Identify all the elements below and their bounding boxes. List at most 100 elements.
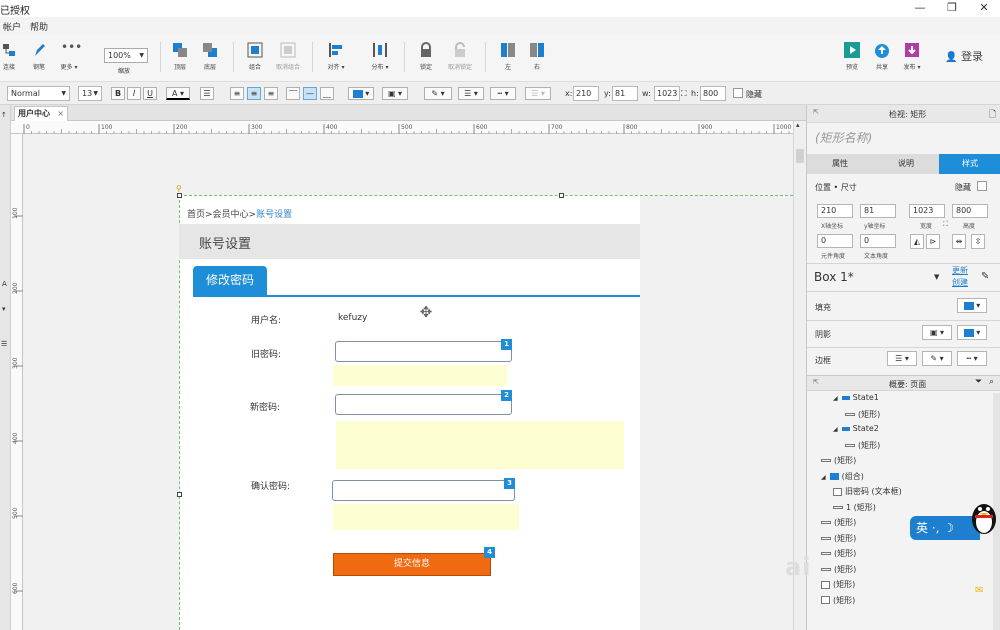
font-size-select[interactable]: 13 ▼ [78, 86, 102, 101]
h-input[interactable]: 800 [700, 86, 726, 101]
breadcrumb-current[interactable]: 账号设置 [256, 210, 292, 220]
italic-button[interactable]: I [127, 87, 141, 100]
ungroup-button[interactable]: 取消组合 [270, 38, 306, 71]
inner-shadow-picker[interactable]: ▾ [957, 325, 987, 340]
outline-collapse-icon[interactable]: ⇱ [813, 378, 819, 386]
line-style-button[interactable]: ┅ ▾ [490, 87, 516, 100]
tab-style[interactable]: 样式 [939, 154, 1000, 174]
bullet-list-button[interactable]: ☰ [200, 87, 214, 100]
more-tool[interactable]: ••• 更多 ▾ [51, 38, 87, 71]
lock-button[interactable]: 锁定 [408, 38, 444, 71]
shadow-button[interactable]: ▣ ▾ [382, 87, 408, 100]
group-button[interactable]: 组合 [237, 38, 273, 71]
scroll-up-icon[interactable]: ▴ [796, 121, 800, 129]
arrow-style-button[interactable]: ☰ ▾ [525, 87, 551, 100]
x-field[interactable]: 210 [817, 204, 853, 218]
fit-height-button[interactable]: ⇳ [971, 234, 985, 249]
hide-checkbox-panel[interactable] [977, 181, 987, 191]
submit-button[interactable]: 提交信息 [333, 553, 491, 576]
align-center-button[interactable]: ≡ [247, 87, 261, 100]
tab-change-password[interactable]: 修改密码 [193, 266, 267, 296]
outline-item[interactable]: 1 (矩形) [833, 502, 876, 513]
publish-button[interactable]: 发布 ▾ [894, 38, 930, 71]
outline-item[interactable]: 旧密码 (文本框) [833, 486, 902, 497]
new-password-input[interactable] [335, 394, 512, 415]
collapse-arrow-icon[interactable]: ↑ [1, 111, 7, 119]
line-width-button[interactable]: ☰ ▾ [458, 87, 484, 100]
send-bottom-button[interactable]: 底层 [192, 38, 228, 71]
mail-icon[interactable]: ✉ [975, 585, 983, 596]
border-width-picker[interactable]: ☰ ▾ [887, 351, 917, 366]
align-button[interactable]: 对齐 ▾ [318, 38, 354, 71]
outline-item[interactable]: ◢ State1 [833, 393, 879, 402]
outline-item[interactable]: (矩形) [821, 564, 856, 575]
w-field[interactable]: 1023 [909, 204, 945, 218]
expand-arrow-icon[interactable]: ◢ [833, 426, 838, 433]
valign-bottom-button[interactable]: ⎽ [320, 87, 334, 100]
zoom-select[interactable]: 100% ▼ [104, 48, 148, 63]
outline-item[interactable]: (矩形) [821, 595, 855, 606]
style-select[interactable]: Normal ▼ [7, 86, 70, 101]
tab-properties[interactable]: 属性 [807, 154, 873, 174]
y-field[interactable]: 81 [860, 204, 896, 218]
expand-arrow-icon[interactable]: ◢ [833, 395, 838, 402]
restore-button[interactable]: ❐ [940, 1, 964, 15]
w-input[interactable]: 1023 [654, 86, 680, 101]
confirm-password-input[interactable] [332, 480, 515, 501]
login-link[interactable]: 👤 登录 [945, 48, 983, 64]
outline-item[interactable]: (矩形) [821, 548, 856, 559]
bold-button[interactable]: B [111, 87, 125, 100]
search-icon[interactable]: ⌕ [989, 377, 994, 387]
border-color-picker[interactable]: ✎ ▾ [922, 351, 952, 366]
tab-close-icon[interactable]: × [57, 107, 64, 121]
outline-item[interactable]: ◢ State2 [833, 424, 879, 433]
underline-button[interactable]: U [143, 87, 157, 100]
valign-top-button[interactable]: ⎺ [286, 87, 300, 100]
fill-color-picker[interactable]: ▾ [957, 298, 987, 313]
h-field[interactable]: 800 [952, 204, 988, 218]
outer-shadow-picker[interactable]: ▣ ▾ [922, 325, 952, 340]
distribute-button[interactable]: 分布 ▾ [362, 38, 398, 71]
flip-horizontal-button[interactable]: ⊳ [926, 234, 940, 249]
align-left-button[interactable]: ≡ [230, 87, 244, 100]
collapse-icon[interactable]: ⇱ [813, 108, 819, 116]
tab-user-center[interactable]: 用户中心 × [14, 106, 68, 121]
page-icon[interactable]: 🗋 [989, 107, 996, 123]
text-rotation-field[interactable]: 0 [860, 234, 896, 248]
rotate-handle-icon[interactable]: ⚲ [176, 184, 182, 193]
align-right-button[interactable]: ≡ [264, 87, 278, 100]
create-style-link[interactable]: 创建 [952, 277, 968, 288]
aspect-lock-icon-panel[interactable]: ⛶ [943, 220, 948, 229]
tab-notes[interactable]: 说明 [873, 154, 939, 174]
y-input[interactable]: 81 [612, 86, 638, 101]
outline-item[interactable]: (矩形) [821, 455, 856, 466]
side-arrow-icon[interactable]: ▾ [2, 305, 6, 313]
update-style-link[interactable]: 更新 [952, 265, 968, 276]
x-input[interactable]: 210 [573, 86, 599, 101]
style-dropdown-icon[interactable]: ▼ [934, 273, 939, 281]
scroll-thumb[interactable] [796, 149, 804, 163]
shape-name-input[interactable]: (矩形名称) [815, 129, 872, 146]
border-style-picker[interactable]: ┅ ▾ [957, 351, 987, 366]
outline-item[interactable]: (矩形) [845, 440, 880, 451]
rotation-field[interactable]: 0 [817, 234, 853, 248]
expand-arrow-icon[interactable]: ◢ [821, 474, 826, 481]
flip-vertical-button[interactable]: ◭ [910, 234, 924, 249]
filter-icon[interactable]: ⏷ [975, 377, 982, 387]
menu-account[interactable]: 帐户 [3, 20, 21, 33]
aspect-lock-icon[interactable]: ⛶ [681, 89, 687, 99]
minimize-button[interactable]: — [908, 1, 932, 15]
resize-handle-top[interactable] [559, 193, 564, 198]
hide-checkbox[interactable] [733, 88, 743, 98]
resize-handle-left[interactable] [177, 492, 182, 497]
outline-item[interactable]: ◢ (组合) [821, 471, 864, 482]
unlock-button[interactable]: 取消锁定 [442, 38, 478, 71]
line-color-button[interactable]: ✎ ▾ [424, 87, 452, 100]
side-list-icon[interactable]: ☰ [1, 340, 7, 348]
resize-handle-tl[interactable] [177, 193, 182, 198]
fit-width-button[interactable]: ⇹ [952, 234, 966, 249]
close-window-button[interactable]: ✕ [972, 1, 996, 15]
old-password-input[interactable] [335, 341, 512, 362]
outline-item[interactable]: (矩形) [821, 517, 856, 528]
left-panel-collapsed[interactable]: ↑ A ▾ ☰ [0, 105, 11, 630]
